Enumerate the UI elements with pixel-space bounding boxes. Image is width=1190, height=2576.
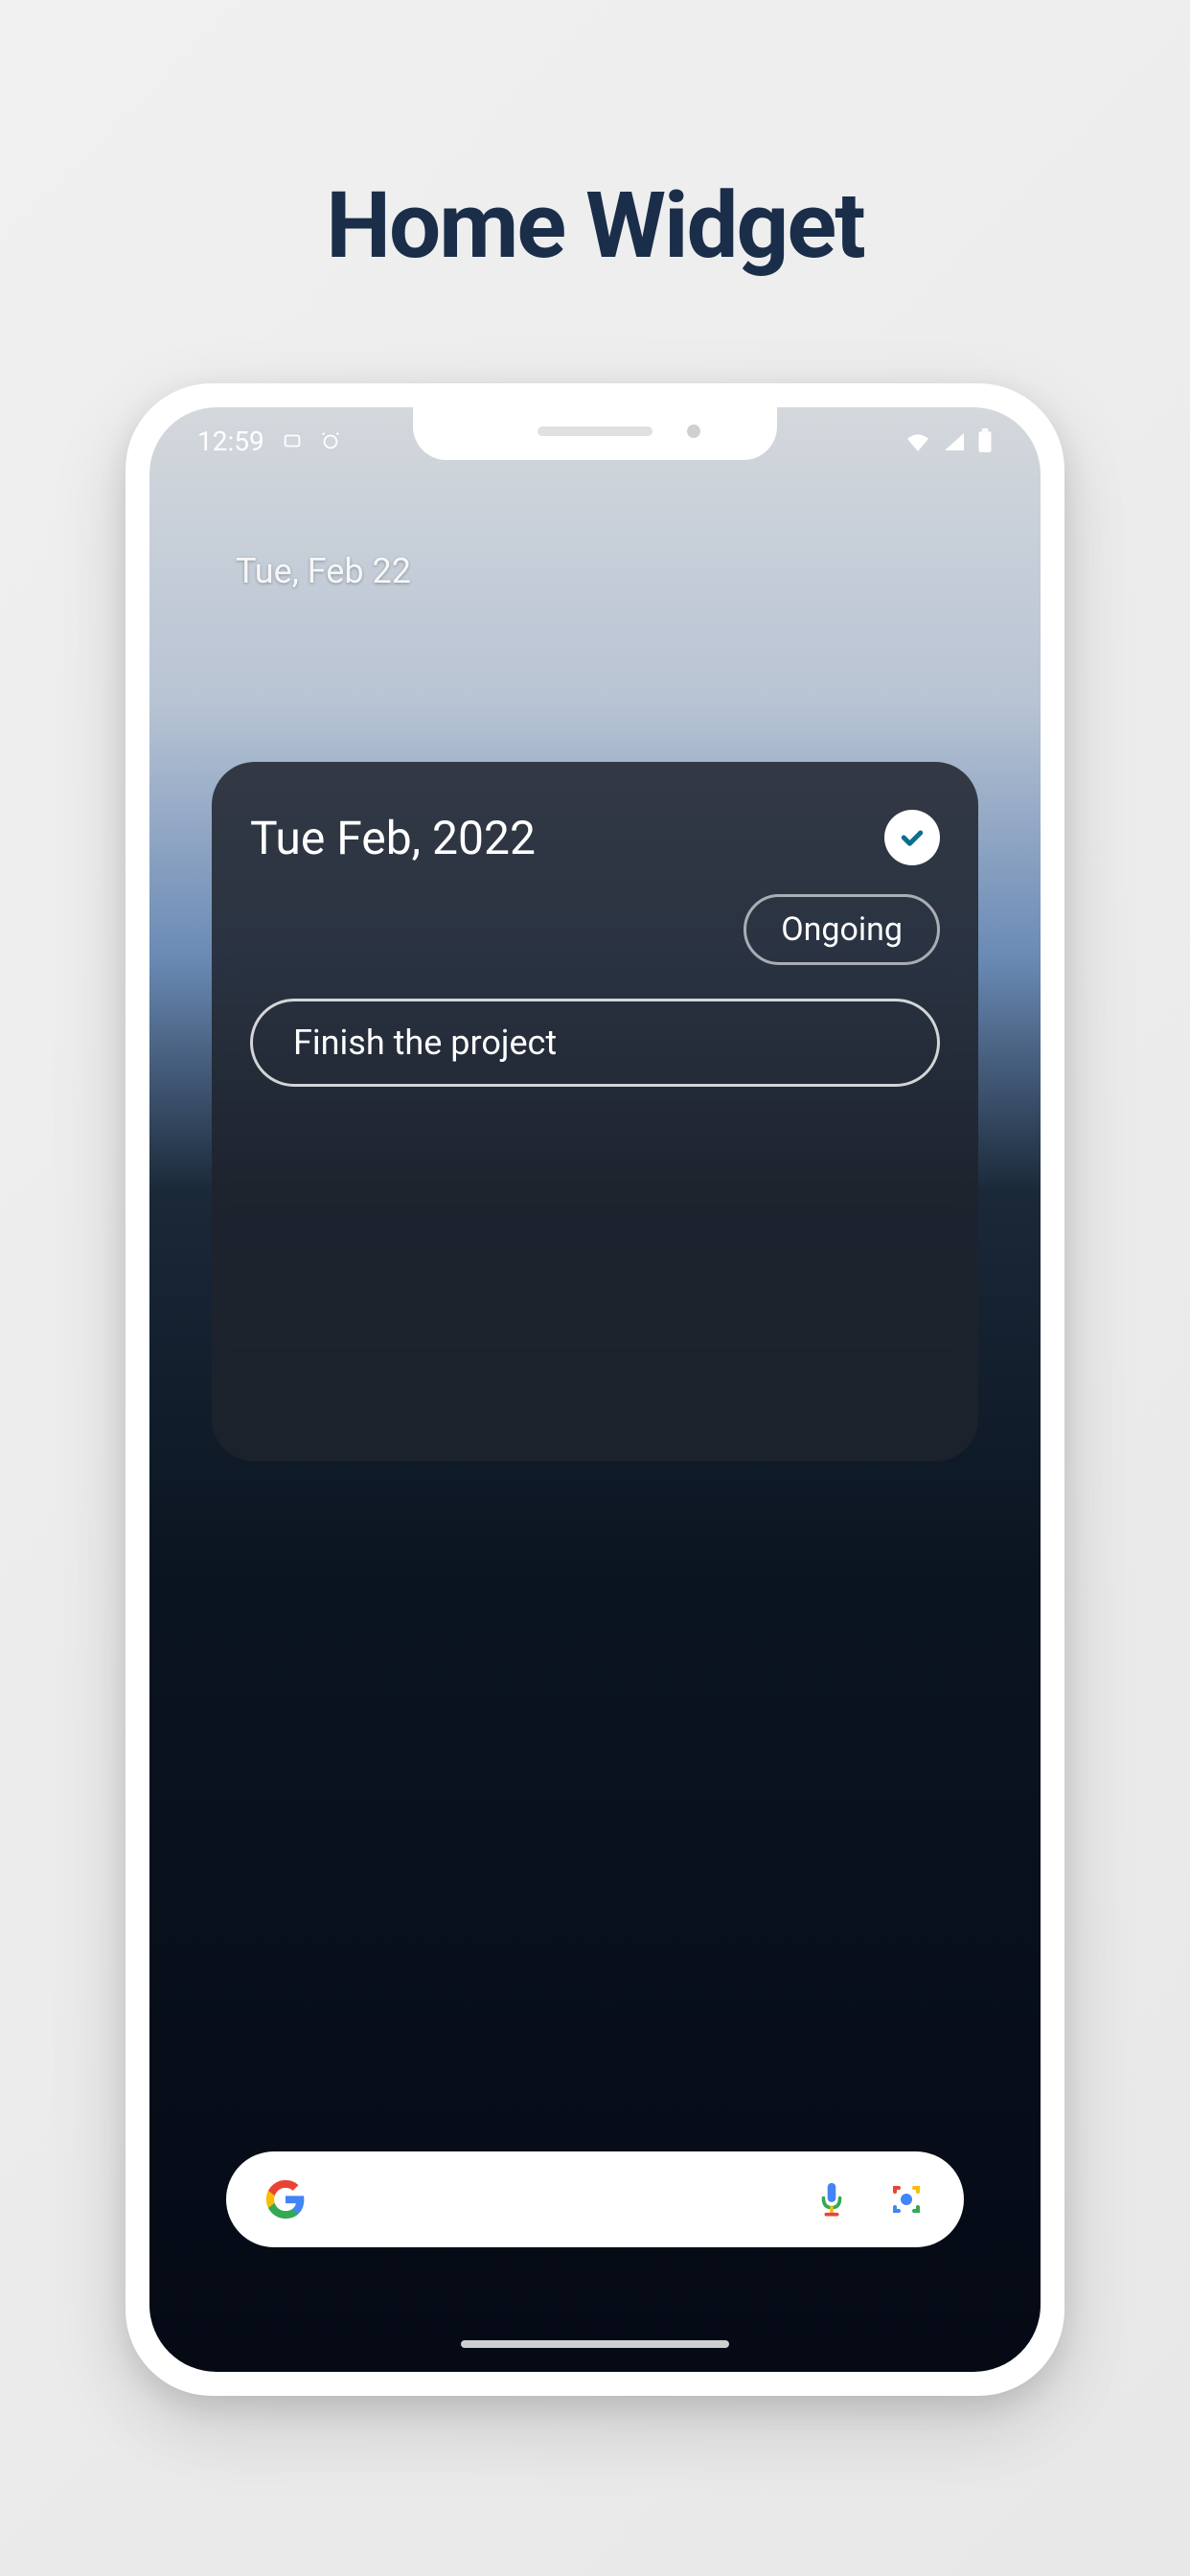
widget-header: Tue Feb, 2022 — [250, 810, 940, 865]
check-button[interactable] — [884, 810, 940, 865]
status-bar-right — [904, 428, 993, 453]
search-left — [264, 2178, 307, 2220]
mic-icon[interactable] — [814, 2180, 849, 2219]
widget-date: Tue Feb, 2022 — [250, 811, 536, 865]
todo-widget[interactable]: Tue Feb, 2022 Ongoing Finish the project — [212, 762, 978, 1461]
filter-ongoing[interactable]: Ongoing — [744, 894, 940, 965]
home-indicator[interactable] — [461, 2340, 729, 2348]
alarm-icon — [320, 430, 341, 451]
page-title: Home Widget — [0, 0, 1190, 280]
search-right — [814, 2180, 926, 2219]
battery-icon — [977, 428, 993, 453]
check-icon — [898, 823, 927, 852]
phone-frame: 12:59 — [126, 383, 1064, 2396]
signal-icon — [943, 430, 966, 451]
phone-notch — [413, 407, 777, 460]
phone-screen: 12:59 — [149, 407, 1041, 2372]
lens-icon[interactable] — [887, 2180, 926, 2219]
wifi-icon — [904, 430, 931, 451]
card-icon — [282, 430, 303, 451]
filter-row: Ongoing — [250, 894, 940, 965]
google-search-bar[interactable] — [226, 2151, 964, 2247]
home-screen-date: Tue, Feb 22 — [236, 551, 411, 591]
status-time: 12:59 — [197, 426, 264, 457]
status-bar-left: 12:59 — [197, 426, 341, 457]
google-icon — [264, 2178, 307, 2220]
task-item[interactable]: Finish the project — [250, 999, 940, 1087]
